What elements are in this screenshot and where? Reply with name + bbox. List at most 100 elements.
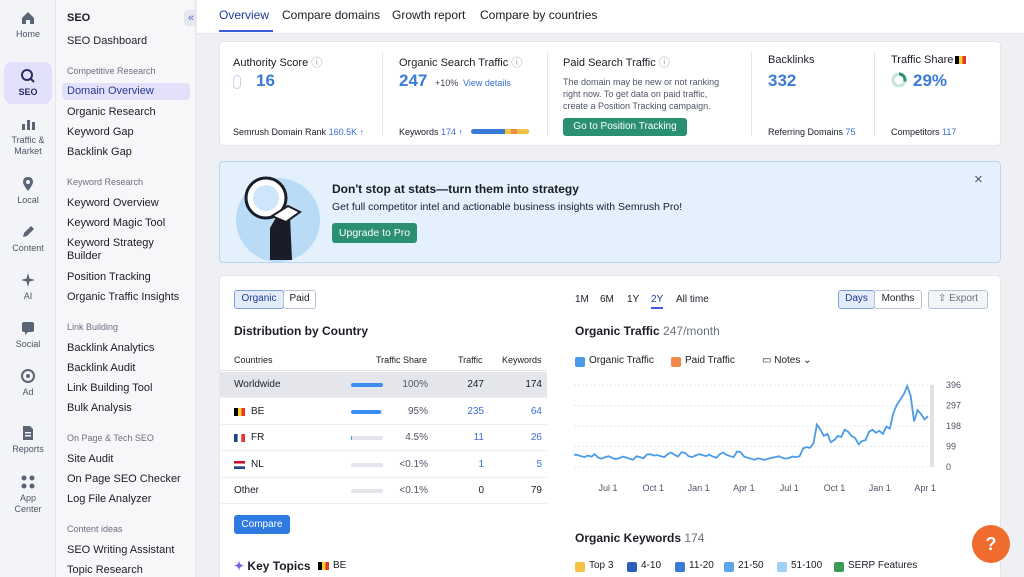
upload-icon: ⇪ bbox=[937, 293, 947, 304]
sidebar-item-seo-writing-assistant[interactable]: SEO Writing Assistant bbox=[67, 544, 174, 557]
tab-compare-by-countries[interactable]: Compare by countries bbox=[480, 8, 597, 22]
be-flag-icon bbox=[234, 407, 245, 416]
close-icon[interactable]: × bbox=[974, 171, 983, 188]
share-bar-fill bbox=[351, 409, 382, 414]
upgrade-to-pro-button[interactable]: Upgrade to Pro bbox=[332, 223, 417, 243]
keywords-cell: 79 bbox=[530, 485, 542, 496]
keywords-cell[interactable]: 26 bbox=[502, 432, 542, 443]
export-button[interactable]: ⇪ Export bbox=[928, 290, 988, 309]
table-row[interactable]: Other <0.1% 0 79 bbox=[220, 478, 547, 504]
paid-traffic-message: The domain may be new or not ranking righ… bbox=[563, 77, 720, 111]
keyword-filter-label: 51-100 bbox=[791, 560, 823, 571]
banner-text: Get full competitor intel and actionable… bbox=[332, 201, 683, 213]
rail-traffic-market[interactable]: Traffic & Market bbox=[4, 116, 52, 157]
days-toggle[interactable]: Days bbox=[838, 290, 875, 309]
paid-toggle[interactable]: Paid bbox=[283, 290, 316, 309]
rail-home[interactable]: Home bbox=[4, 10, 52, 40]
x-tick-label: Oct 1 bbox=[824, 483, 846, 493]
sidebar-item-site-audit[interactable]: Site Audit bbox=[67, 453, 113, 466]
sidebar-section-title: On Page & Tech SEO bbox=[67, 433, 154, 443]
chart-right-edge bbox=[930, 385, 934, 467]
keyword-filter-checkbox[interactable] bbox=[834, 562, 844, 572]
col-traffic: Traffic bbox=[458, 355, 483, 365]
table-row[interactable]: NL <0.1% 1 5 bbox=[220, 452, 547, 478]
tab-overview[interactable]: Overview bbox=[219, 8, 269, 22]
sidebar-item-keyword-strategy-builder[interactable]: Keyword Strategy Builder bbox=[67, 237, 154, 263]
tab-growth-report[interactable]: Growth report bbox=[392, 8, 465, 22]
info-icon[interactable]: ⓘ bbox=[311, 57, 322, 69]
months-toggle[interactable]: Months bbox=[874, 290, 922, 309]
domain-rank-label: Semrush Domain Rank 160.5K ↑ bbox=[233, 127, 365, 137]
sidebar-item-keyword-gap[interactable]: Keyword Gap bbox=[67, 126, 134, 139]
organic-traffic-series-line bbox=[574, 383, 929, 461]
rail-content[interactable]: Content bbox=[4, 224, 52, 254]
notes-dropdown[interactable]: ▭ Notes ⌄ bbox=[762, 355, 812, 366]
rail-seo[interactable]: SEO bbox=[4, 62, 52, 104]
document-icon bbox=[23, 426, 33, 440]
backlinks-value[interactable]: 332 bbox=[768, 71, 796, 91]
rail-social[interactable]: Social bbox=[4, 320, 52, 350]
x-tick-label: Jul 1 bbox=[598, 483, 617, 493]
metric-divider bbox=[547, 52, 548, 136]
help-button[interactable]: ? bbox=[972, 525, 1010, 563]
table-row[interactable]: BE 95% 235 64 bbox=[220, 399, 547, 425]
sidebar-item-position-tracking[interactable]: Position Tracking bbox=[67, 271, 151, 284]
organic-traffic-checkbox[interactable] bbox=[575, 357, 585, 367]
organic-traffic-value[interactable]: 247 bbox=[399, 71, 427, 91]
sidebar-item-backlink-analytics[interactable]: Backlink Analytics bbox=[67, 342, 154, 355]
sidebar-item-on-page-seo-checker[interactable]: On Page SEO Checker bbox=[67, 473, 181, 486]
info-icon[interactable]: ⓘ bbox=[659, 57, 670, 69]
rail-local[interactable]: Local bbox=[4, 176, 52, 206]
period-2y[interactable]: 2Y bbox=[651, 294, 664, 309]
authority-score-value: 16 bbox=[256, 71, 275, 90]
sidebar-item-backlink-gap[interactable]: Backlink Gap bbox=[67, 146, 132, 159]
period-6m[interactable]: 6M bbox=[600, 294, 614, 305]
tab-compare-domains[interactable]: Compare domains bbox=[282, 8, 380, 22]
collapse-sidebar-button[interactable]: « bbox=[184, 10, 198, 26]
country-name: Other bbox=[234, 485, 260, 496]
table-row[interactable]: FR 4.5% 11 26 bbox=[220, 425, 547, 451]
keyword-filter-checkbox[interactable] bbox=[627, 562, 637, 572]
paid-traffic-checkbox[interactable] bbox=[671, 357, 681, 367]
traffic-cell: 0 bbox=[478, 485, 484, 496]
period-1m[interactable]: 1M bbox=[575, 294, 589, 305]
sidebar-item-keyword-magic-tool[interactable]: Keyword Magic Tool bbox=[67, 217, 165, 230]
sidebar-item-link-building-tool[interactable]: Link Building Tool bbox=[67, 382, 152, 395]
period-1y[interactable]: 1Y bbox=[627, 294, 639, 305]
keywords-cell[interactable]: 64 bbox=[502, 406, 542, 417]
active-tab-indicator bbox=[219, 30, 273, 32]
sidebar-item-backlink-audit[interactable]: Backlink Audit bbox=[67, 362, 135, 375]
sidebar-item-bulk-analysis[interactable]: Bulk Analysis bbox=[67, 402, 132, 415]
traffic-cell[interactable]: 11 bbox=[450, 432, 484, 443]
keyword-filter-checkbox[interactable] bbox=[675, 562, 685, 572]
keyword-filter-checkbox[interactable] bbox=[724, 562, 734, 572]
sidebar-item-organic-traffic-insights[interactable]: Organic Traffic Insights bbox=[67, 291, 179, 304]
info-icon[interactable]: ⓘ bbox=[511, 57, 522, 69]
rail-app-center[interactable]: App Center bbox=[4, 474, 52, 515]
x-tick-label: Jan 1 bbox=[688, 483, 710, 493]
sidebar-item-domain-overview[interactable]: Domain Overview bbox=[62, 83, 190, 100]
sidebar-item-keyword-overview[interactable]: Keyword Overview bbox=[67, 197, 159, 210]
sidebar-item-seo-dashboard[interactable]: SEO Dashboard bbox=[67, 35, 147, 48]
keyword-filter-checkbox[interactable] bbox=[777, 562, 787, 572]
keywords-cell[interactable]: 5 bbox=[502, 459, 542, 470]
rail-reports[interactable]: Reports bbox=[4, 425, 52, 455]
organic-traffic-chart: 0 99 198 297 396 Jul 1 Oct 1 Jan 1 Apr 1 Jul 1 Oct… bbox=[574, 381, 961, 493]
legend-organic-traffic: Organic Traffic bbox=[589, 355, 654, 366]
compare-button[interactable]: Compare bbox=[234, 515, 290, 534]
traffic-cell[interactable]: 235 bbox=[450, 406, 484, 417]
view-details-link[interactable]: View details bbox=[463, 78, 511, 88]
rail-ai[interactable]: AI bbox=[4, 272, 52, 302]
go-to-position-tracking-button[interactable]: Go to Position Tracking bbox=[563, 118, 687, 136]
keyword-filter-checkbox[interactable] bbox=[575, 562, 585, 572]
chevron-down-icon: ⌄ bbox=[803, 355, 812, 366]
period-all-time[interactable]: All time bbox=[676, 294, 709, 305]
rail-ad[interactable]: Ad bbox=[4, 368, 52, 398]
sidebar-item-topic-research[interactable]: Topic Research bbox=[67, 564, 143, 577]
table-row[interactable]: Worldwide 100% 247 174 bbox=[220, 372, 547, 398]
sidebar-item-log-file-analyzer[interactable]: Log File Analyzer bbox=[67, 493, 151, 506]
traffic-cell[interactable]: 1 bbox=[450, 459, 484, 470]
keyword-filter-label: 21-50 bbox=[738, 560, 764, 571]
sidebar-item-organic-research[interactable]: Organic Research bbox=[67, 106, 156, 119]
organic-toggle[interactable]: Organic bbox=[234, 290, 284, 309]
